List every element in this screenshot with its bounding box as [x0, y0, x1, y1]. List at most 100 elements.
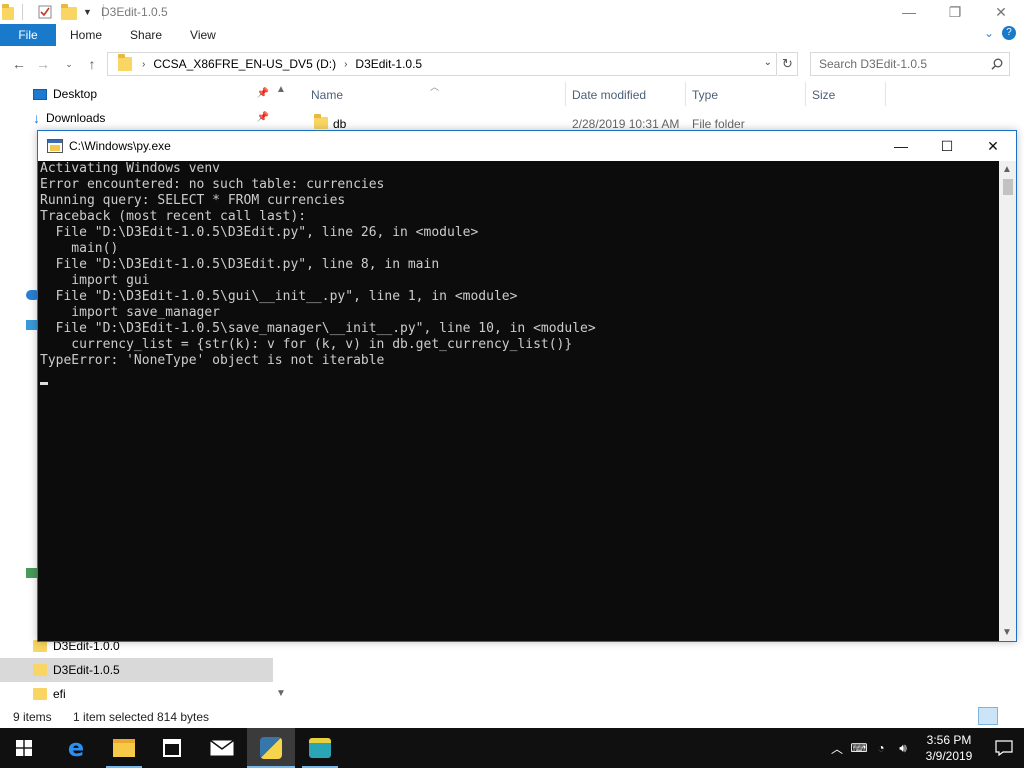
column-divider[interactable] [565, 82, 566, 106]
status-bar: 9 items 1 item selected 814 bytes [0, 706, 1024, 728]
clock-date: 3/9/2019 [925, 749, 973, 763]
sort-ascending-icon: ︿ [430, 82, 440, 92]
taskbar-mail[interactable] [198, 728, 246, 768]
column-header-date-modified[interactable]: Date modified [572, 88, 646, 102]
details-view-icon[interactable] [978, 707, 998, 725]
close-button[interactable]: ✕ [970, 131, 1016, 161]
scroll-up-icon[interactable]: ▲ [276, 84, 286, 95]
console-scrollbar[interactable]: ▲ ▼ [999, 161, 1016, 641]
console-caption-buttons: — ☐ ✕ [878, 131, 1016, 161]
customize-toolbar-icon[interactable]: ▼ [83, 4, 99, 20]
console-line: TypeError: 'NoneType' object is not iter… [40, 353, 385, 368]
console-line: File "D:\D3Edit-1.0.5\D3Edit.py", line 8… [40, 257, 440, 272]
refresh-button[interactable]: ↻ [778, 52, 798, 76]
breadcrumb-folder[interactable]: D3Edit-1.0.5 [355, 57, 422, 71]
recent-locations-button[interactable]: ⌄ [60, 55, 78, 73]
toolbar-divider [22, 4, 23, 20]
selection-count: 1 item selected [73, 710, 154, 724]
nav-item-downloads[interactable]: ↓ Downloads 📌 [0, 106, 273, 130]
selection-size: 814 bytes [157, 710, 210, 724]
folder-icon [314, 114, 328, 129]
quick-access-toolbar: ▼ [0, 2, 104, 22]
tab-file[interactable]: File [0, 24, 56, 46]
nav-item-label: D3Edit-1.0.5 [53, 663, 120, 677]
chevron-right-icon[interactable]: › [142, 59, 145, 70]
input-method-icon[interactable]: ⌨ [848, 741, 870, 755]
explorer-titlebar: ▼ D3Edit-1.0.5 — ❐ ✕ [0, 0, 1024, 24]
column-header-size[interactable]: Size [812, 88, 835, 102]
clock[interactable]: 3:56 PM 3/9/2019 [914, 732, 984, 764]
column-divider[interactable] [685, 82, 686, 106]
back-button[interactable]: ← [10, 55, 28, 73]
console-output[interactable]: Activating Windows venv Error encountere… [38, 161, 1000, 641]
new-folder-icon[interactable] [61, 4, 77, 20]
scroll-down-icon[interactable]: ▼ [276, 688, 286, 699]
maximize-button[interactable]: ☐ [924, 131, 970, 161]
console-line: import gui [40, 273, 150, 288]
download-arrow-icon: ↓ [33, 110, 40, 126]
column-divider[interactable] [805, 82, 806, 106]
clock-time: 3:56 PM [926, 733, 972, 747]
column-header-name[interactable]: Name [311, 88, 343, 102]
nav-item-label: efi [53, 687, 66, 701]
taskbar-store[interactable] [148, 728, 196, 768]
column-divider[interactable] [885, 82, 886, 106]
console-titlebar: C:\Windows\py.exe — ☐ ✕ [38, 131, 1016, 161]
folder-icon [33, 664, 47, 676]
volume-icon[interactable]: 🔊︎ [892, 741, 914, 756]
windows-logo-icon [16, 740, 32, 756]
pin-icon[interactable]: 📌 [257, 112, 269, 123]
taskbar-app[interactable] [296, 728, 344, 768]
nav-item-desktop[interactable]: Desktop 📌 [0, 82, 273, 106]
chevron-down-icon[interactable]: ⌄ [764, 57, 772, 68]
wifi-icon[interactable]: ◔ [870, 741, 892, 755]
taskbar-python[interactable] [247, 728, 295, 768]
scrollbar-thumb[interactable] [1003, 179, 1013, 195]
python-icon [260, 737, 282, 759]
edge-icon: e [67, 734, 85, 762]
minimize-button[interactable]: — [886, 0, 932, 24]
properties-icon[interactable] [37, 4, 53, 20]
address-bar[interactable]: › CCSA_X86FRE_EN-US_DV5 (D:) › D3Edit-1.… [107, 52, 777, 76]
restore-button[interactable]: ❐ [932, 0, 978, 24]
scroll-down-icon[interactable]: ▼ [1002, 627, 1012, 638]
console-line: File "D:\D3Edit-1.0.5\gui\__init__.py", … [40, 289, 518, 304]
folder-icon [33, 688, 47, 700]
tab-share[interactable]: Share [116, 24, 176, 46]
text-cursor [40, 382, 48, 385]
tab-home[interactable]: Home [56, 24, 116, 46]
large-icons-view-icon[interactable] [1000, 707, 1020, 725]
expand-ribbon-icon[interactable]: ⌄ [984, 26, 994, 40]
minimize-button[interactable]: — [878, 131, 924, 161]
taskbar-edge[interactable]: e [52, 728, 100, 768]
forward-button[interactable]: → [34, 55, 52, 73]
scroll-up-icon[interactable]: ▲ [1002, 164, 1012, 175]
file-explorer-icon [113, 739, 135, 757]
chevron-up-icon[interactable]: ︿ [826, 740, 848, 757]
action-center-button[interactable] [984, 728, 1024, 768]
taskbar-file-explorer[interactable] [100, 728, 148, 768]
start-button[interactable] [0, 728, 48, 768]
nav-item-efi[interactable]: efi [0, 682, 273, 706]
view-switcher [978, 707, 1020, 725]
console-line: Activating Windows venv [40, 161, 221, 176]
file-name: db [333, 117, 347, 131]
nav-item-label: Desktop [53, 87, 98, 101]
pin-icon[interactable]: 📌 [257, 88, 269, 99]
help-icon[interactable]: ? [1002, 26, 1016, 40]
up-button[interactable]: ↑ [83, 55, 101, 73]
nav-item-d3edit-1-0-5[interactable]: D3Edit-1.0.5 [0, 658, 273, 682]
folder-icon [2, 4, 18, 20]
address-row: ← → ⌄ ↑ › CCSA_X86FRE_EN-US_DV5 (D:) › D… [0, 50, 1024, 78]
column-header-type[interactable]: Type [692, 88, 718, 102]
breadcrumb-drive[interactable]: CCSA_X86FRE_EN-US_DV5 (D:) [153, 57, 336, 71]
tab-view[interactable]: View [176, 24, 230, 46]
ribbon-help-area: ⌄ ? [984, 26, 1016, 40]
chevron-right-icon[interactable]: › [344, 59, 347, 70]
search-input[interactable]: Search D3Edit-1.0.5 [810, 52, 1010, 76]
taskbar: e ︿ ⌨ ◔ 🔊︎ 3:56 PM 3/9/2019 [0, 728, 1024, 768]
console-line: File "D:\D3Edit-1.0.5\D3Edit.py", line 2… [40, 225, 479, 240]
mail-icon [210, 740, 234, 756]
close-button[interactable]: ✕ [978, 0, 1024, 24]
search-placeholder: Search D3Edit-1.0.5 [819, 57, 928, 71]
